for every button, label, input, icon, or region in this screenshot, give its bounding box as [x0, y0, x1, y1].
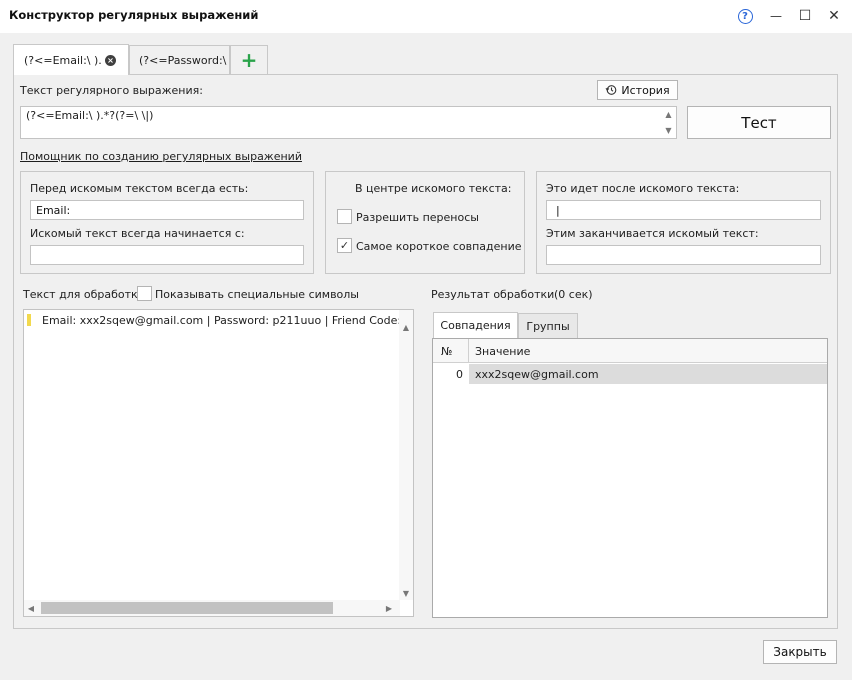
column-header-index[interactable]: №: [433, 339, 469, 363]
scroll-down-icon[interactable]: ▼: [399, 588, 413, 598]
row-index: 0: [456, 367, 463, 381]
regex-input[interactable]: (?<=Email:\ ).*?(?=\ \|) ▲ ▼: [20, 106, 677, 139]
horizontal-scrollbar[interactable]: ◀ ▶: [24, 600, 400, 616]
tab-matches[interactable]: Совпадения: [433, 312, 518, 338]
horizontal-scroll-thumb[interactable]: [41, 602, 333, 614]
window-title: Конструктор регулярных выражений: [9, 8, 259, 22]
tab-email-regex[interactable]: (?<=Email:\ ). ×: [13, 44, 129, 75]
grid-header: № Значение: [433, 339, 827, 363]
allow-wrap-checkbox[interactable]: [337, 209, 352, 224]
history-label: История: [621, 83, 670, 97]
show-special-chars-label: Показывать специальные символы: [155, 288, 359, 301]
test-button[interactable]: Тест: [687, 106, 831, 139]
before-text-input[interactable]: Email:: [30, 200, 304, 220]
vertical-scrollbar[interactable]: ▲ ▼: [399, 310, 413, 600]
input-text-label: Текст для обработки: [23, 288, 145, 301]
results-grid: № Значение 0 xxx2sqew@gmail.com: [432, 338, 828, 618]
history-icon: [605, 85, 617, 95]
tab-matches-label: Совпадения: [440, 319, 511, 332]
tab-password-regex[interactable]: (?<=Password:\: [129, 45, 230, 74]
ends-with-input[interactable]: [546, 245, 821, 265]
table-row[interactable]: 0 xxx2sqew@gmail.com: [433, 364, 827, 384]
before-label: Перед искомым текстом всегда есть:: [30, 182, 249, 195]
tab-groups[interactable]: Группы: [518, 313, 578, 338]
scroll-up-icon[interactable]: ▲: [663, 109, 674, 120]
after-text-input[interactable]: |: [546, 200, 821, 220]
close-icon[interactable]: ✕: [823, 6, 845, 26]
input-text-content: Email: xxx2sqew@gmail.com | Password: p2…: [42, 314, 400, 327]
scroll-right-icon[interactable]: ▶: [384, 603, 394, 613]
regex-helper-link[interactable]: Помощник по созданию регулярных выражени…: [20, 150, 302, 163]
after-label: Это идет после искомого текста:: [546, 182, 740, 195]
check-icon: ✓: [339, 239, 350, 252]
shortest-match-checkbox[interactable]: ✓: [337, 238, 352, 253]
regex-value: (?<=Email:\ ).*?(?=\ \|): [26, 109, 154, 122]
tab-groups-label: Группы: [526, 319, 570, 333]
minimize-icon[interactable]: —: [765, 6, 787, 26]
center-group-title: В центре искомого текста:: [355, 182, 512, 195]
starts-with-label: Искомый текст всегда начинается с:: [30, 227, 245, 240]
show-special-chars-checkbox[interactable]: [137, 286, 152, 301]
tab-close-icon[interactable]: ×: [105, 54, 116, 66]
result-time: (0 сек): [554, 288, 593, 301]
regex-label: Текст регулярного выражения:: [20, 84, 203, 97]
shortest-match-label: Самое короткое совпадение: [356, 240, 522, 253]
allow-wrap-label: Разрешить переносы: [356, 211, 479, 224]
line-marker: [27, 314, 31, 326]
plus-icon: +: [240, 48, 258, 72]
scroll-up-icon[interactable]: ▲: [399, 322, 413, 332]
result-label: Результат обработки: [431, 288, 555, 301]
help-button[interactable]: ?: [734, 6, 756, 26]
close-button[interactable]: Закрыть: [763, 640, 837, 664]
maximize-icon[interactable]: ☐: [794, 6, 816, 26]
history-button[interactable]: История: [597, 80, 678, 100]
row-value: xxx2sqew@gmail.com: [469, 364, 827, 384]
tab-label: (?<=Email:\ ).: [24, 53, 102, 67]
ends-with-label: Этим заканчивается искомый текст:: [546, 227, 759, 240]
add-tab-button[interactable]: +: [230, 45, 268, 74]
input-text-area[interactable]: Email: xxx2sqew@gmail.com | Password: p2…: [23, 309, 414, 617]
help-icon: ?: [737, 8, 753, 24]
starts-with-input[interactable]: [30, 245, 304, 265]
column-header-value[interactable]: Значение: [469, 339, 827, 363]
scroll-down-icon[interactable]: ▼: [663, 125, 674, 136]
scroll-left-icon[interactable]: ◀: [26, 603, 36, 613]
tab-label: (?<=Password:\: [139, 53, 227, 67]
